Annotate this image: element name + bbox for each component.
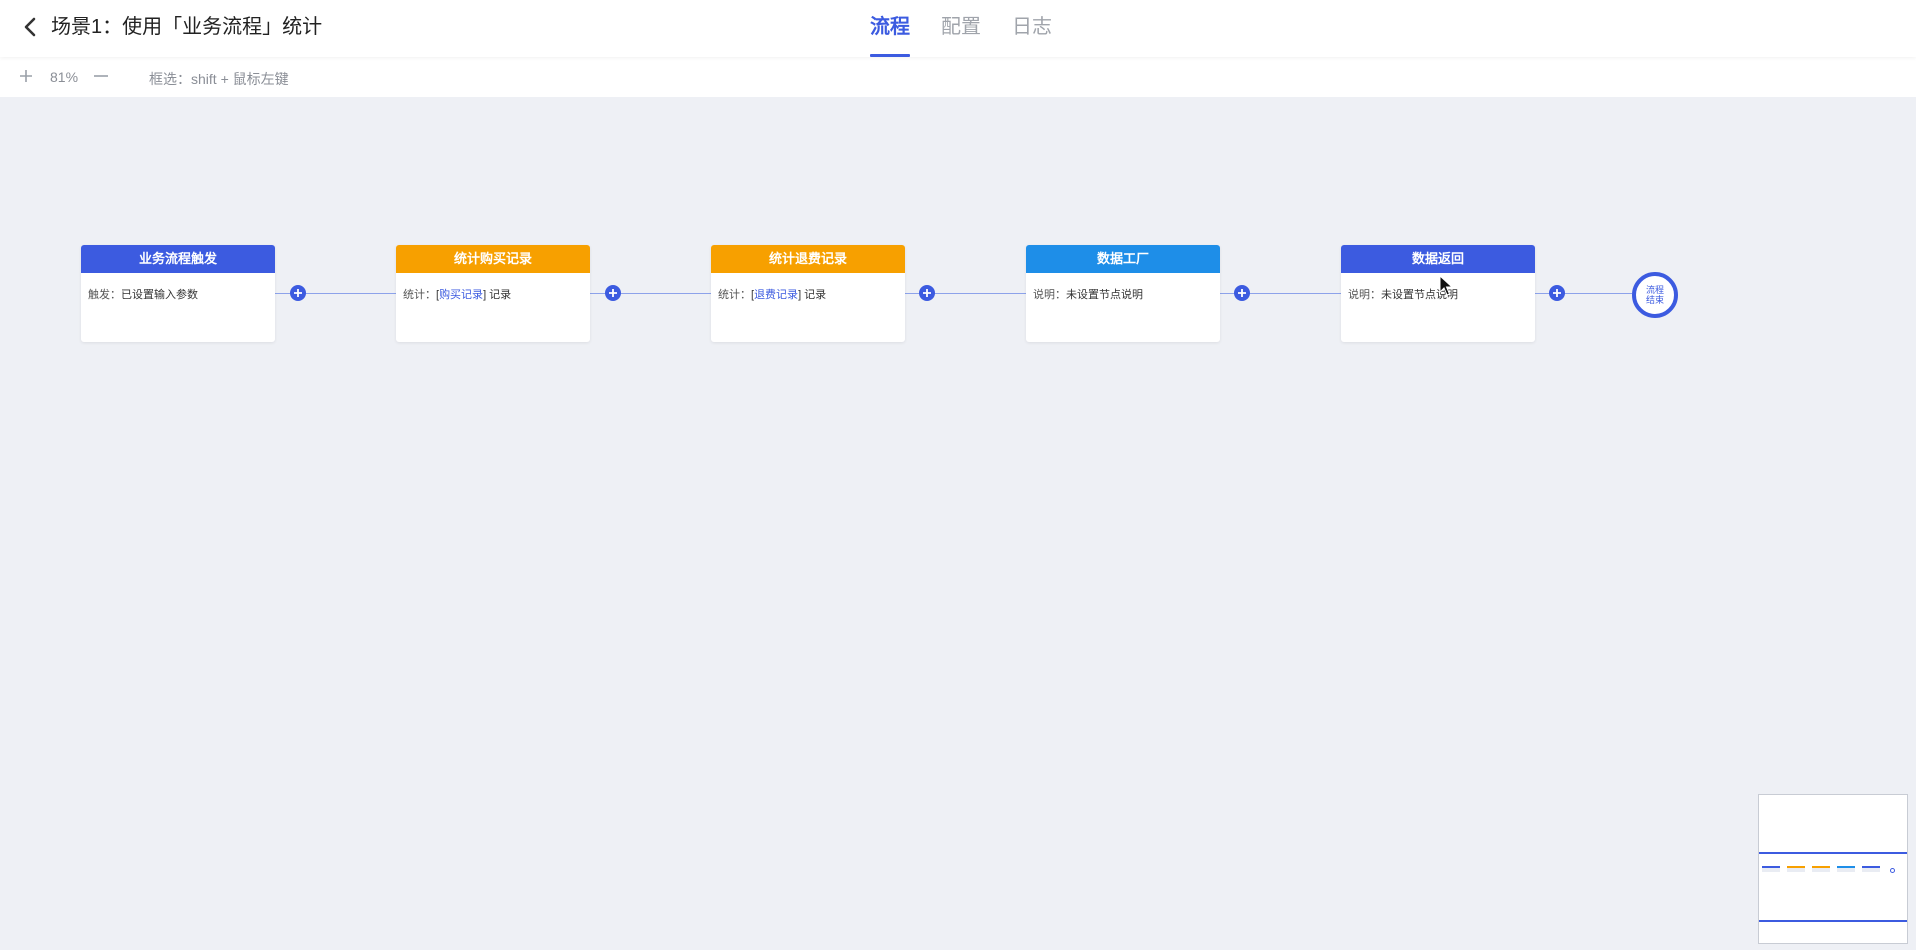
end-node-label: 结束 <box>1645 295 1664 305</box>
minimap[interactable] <box>1758 794 1908 944</box>
add-node-button[interactable] <box>919 285 935 301</box>
flow-end-node[interactable]: 流程 结束 <box>1632 272 1678 318</box>
selection-hint: 框选：shift + 鼠标左键 <box>149 71 289 87</box>
end-node-label: 流程 <box>1645 285 1664 295</box>
add-node-button[interactable] <box>605 285 621 301</box>
flow-node-data-factory[interactable]: 数据工厂 说明：未设置节点说明 <box>1026 245 1220 342</box>
node-description: 说明：未设置节点说明 <box>1026 273 1220 302</box>
add-node-button[interactable] <box>1234 285 1250 301</box>
minus-icon <box>94 75 108 77</box>
flow-node-trigger[interactable]: 业务流程触发 触发：已设置输入参数 <box>81 245 275 342</box>
add-node-button[interactable] <box>290 285 306 301</box>
plus-icon <box>20 70 32 82</box>
minimap-node <box>1812 866 1830 872</box>
node-title: 业务流程触发 <box>81 245 275 273</box>
chevron-left-icon <box>24 17 36 37</box>
zoom-level: 81% <box>50 69 79 85</box>
node-description: 统计：[购买记录] 记录 <box>396 273 590 302</box>
minimap-node <box>1762 866 1780 872</box>
zoom-in-button[interactable] <box>17 67 35 85</box>
page-title: 场景1：使用「业务流程」统计 <box>51 16 323 38</box>
canvas-toolbar: 81% 框选：shift + 鼠标左键 <box>0 57 1916 97</box>
record-link[interactable]: 退费记录 <box>754 289 798 301</box>
flow-node-data-return[interactable]: 数据返回 说明：未设置节点说明 <box>1341 245 1535 342</box>
plus-icon <box>294 289 302 297</box>
flow-canvas[interactable]: 业务流程触发 触发：已设置输入参数 统计购买记录 统计：[购买记录] 记录 统计… <box>0 97 1916 950</box>
node-label: 触发： <box>88 289 121 301</box>
node-title: 统计购买记录 <box>396 245 590 273</box>
node-title: 统计退费记录 <box>711 245 905 273</box>
node-text: 已设置输入参数 <box>121 289 198 301</box>
flow-node-purchase-stats[interactable]: 统计购买记录 统计：[购买记录] 记录 <box>396 245 590 342</box>
node-title: 数据工厂 <box>1026 245 1220 273</box>
minimap-viewport[interactable] <box>1759 852 1907 922</box>
tab-flow[interactable]: 流程 <box>870 0 910 57</box>
mouse-cursor-icon <box>1439 275 1454 296</box>
node-label: 统计： <box>718 289 751 301</box>
flow-node-refund-stats[interactable]: 统计退费记录 统计：[退费记录] 记录 <box>711 245 905 342</box>
node-title: 数据返回 <box>1341 245 1535 273</box>
node-description: 触发：已设置输入参数 <box>81 273 275 302</box>
node-description: 统计：[退费记录] 记录 <box>711 273 905 302</box>
node-description: 说明：未设置节点说明 <box>1341 273 1535 302</box>
plus-icon <box>1238 289 1246 297</box>
minimap-node <box>1837 866 1855 872</box>
record-link[interactable]: 购买记录 <box>439 289 483 301</box>
node-label: 说明： <box>1033 289 1066 301</box>
top-header: 场景1：使用「业务流程」统计 流程 配置 日志 <box>0 0 1916 57</box>
plus-icon <box>609 289 617 297</box>
zoom-out-button[interactable] <box>92 67 110 85</box>
minimap-node <box>1862 866 1880 872</box>
add-node-button[interactable] <box>1549 285 1565 301</box>
back-button[interactable] <box>18 14 42 40</box>
node-label: 统计： <box>403 289 436 301</box>
plus-icon <box>1553 289 1561 297</box>
node-label: 说明： <box>1348 289 1381 301</box>
tab-bar: 流程 配置 日志 <box>870 0 1083 57</box>
node-suffix: ] 记录 <box>798 289 827 301</box>
tab-config[interactable]: 配置 <box>941 0 981 57</box>
minimap-node <box>1787 866 1805 872</box>
node-text: 未设置节点说明 <box>1066 289 1143 301</box>
tab-log[interactable]: 日志 <box>1012 0 1052 57</box>
plus-icon <box>923 289 931 297</box>
minimap-end-node <box>1890 868 1895 873</box>
node-suffix: ] 记录 <box>483 289 512 301</box>
